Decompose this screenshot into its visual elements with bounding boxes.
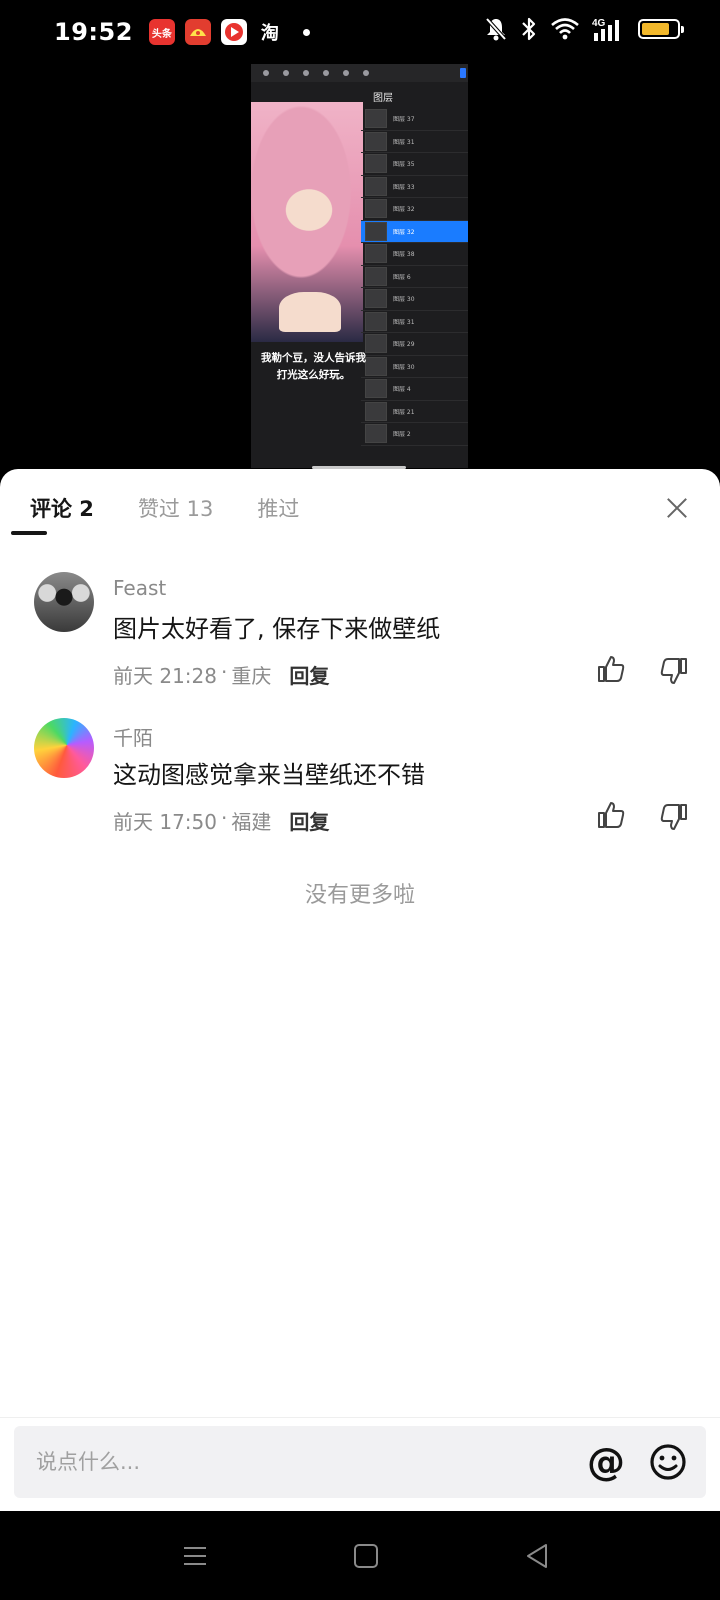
comment-text[interactable]: 图片太好看了, 保存下来做壁纸 (113, 609, 440, 644)
recents-menu-icon[interactable] (178, 1539, 212, 1573)
active-tab-indicator (11, 531, 47, 535)
comment-meta: 前天 17:50 · 福建 回复 (113, 806, 329, 835)
comment-item: Feast 图片太好看了, 保存下来做壁纸 前天 21:28 · 重庆 回复 (0, 572, 720, 692)
layer-row: 图层 6 (361, 266, 468, 288)
mention-at-icon[interactable]: @ (584, 1440, 628, 1484)
layer-row: 图层 32 (361, 198, 468, 221)
more-notifications-dot (302, 28, 310, 36)
meta-separator: · (221, 806, 228, 830)
layer-row: 图层 4 (361, 378, 468, 401)
layer-row: 图层 30 (361, 288, 468, 311)
emoji-icon[interactable] (648, 1442, 688, 1482)
comment-location: 福建 (231, 810, 272, 834)
comment-input[interactable] (36, 1426, 536, 1498)
video-frame[interactable]: 图层 图层 37 图层 31 图层 35 图层 33 图层 32 图层 32 图… (251, 64, 468, 468)
comment-sheet: 评论 2 赞过 13 推过 Feast 图片太好看了, 保存下来做壁纸 前天 2… (0, 469, 720, 1511)
layer-row: 图层 31 (361, 131, 468, 153)
meta-separator: · (221, 660, 228, 684)
comment-input-bar: @ (0, 1417, 720, 1511)
layer-row: 图层 37 (361, 108, 468, 131)
comment-username[interactable]: Feast (113, 576, 166, 600)
layers-panel-title: 图层 (373, 93, 393, 104)
no-more-comments-text: 没有更多啦 (304, 883, 415, 908)
close-icon[interactable] (666, 497, 688, 519)
comment-location: 重庆 (231, 664, 272, 688)
back-triangle-icon[interactable] (520, 1539, 554, 1573)
comment-item: 千陌 这动图感觉拿来当壁纸还不错 前天 17:50 · 福建 回复 (0, 718, 720, 838)
home-square-icon[interactable] (349, 1539, 383, 1573)
comment-input-box: @ (14, 1426, 706, 1498)
reply-button[interactable]: 回复 (289, 660, 329, 689)
tab-likes[interactable]: 赞过 13 (138, 493, 213, 523)
status-indicators: 4G (484, 16, 684, 42)
battery-level (642, 23, 670, 35)
caption-line-2: 打光这么好玩。 (276, 369, 351, 381)
tab-comments[interactable]: 评论 2 (30, 493, 94, 523)
circle-app-icon (220, 19, 247, 45)
layer-row: 图层 33 (361, 176, 468, 198)
anime-artwork-image (251, 102, 363, 342)
tab-reposts[interactable]: 推过 (257, 493, 299, 523)
battery-icon (638, 19, 684, 39)
notification-app-icons: 头条 淘 (148, 19, 310, 45)
layer-row: 图层 31 (361, 311, 468, 333)
status-time: 19:52 (54, 18, 133, 46)
layer-row-active: 图层 32 (361, 220, 468, 243)
thumbs-up-icon[interactable] (596, 654, 626, 684)
comment-meta: 前天 21:28 · 重庆 回复 (113, 660, 329, 689)
bluetooth-icon (522, 17, 536, 41)
signal-4g-icon: 4G (592, 18, 619, 41)
thumbs-down-icon[interactable] (659, 656, 689, 686)
avatar[interactable] (34, 572, 94, 632)
status-bar: 19:52 头条 淘 4G (0, 0, 720, 64)
layer-row: 图层 38 (361, 243, 468, 266)
toutiao-app-icon: 头条 (148, 19, 175, 45)
layer-row: 图层 2 (361, 423, 468, 446)
mute-bell-icon (485, 17, 507, 41)
comment-time: 前天 21:28 (113, 664, 217, 688)
svg-text:4G: 4G (592, 18, 606, 29)
layer-row: 图层 30 (361, 356, 468, 378)
red-app-icon (184, 19, 211, 45)
thumbs-down-icon[interactable] (659, 802, 689, 832)
wifi-icon (551, 18, 579, 40)
drawing-app-toolbar (251, 64, 468, 82)
layers-panel: 图层 37 图层 31 图层 35 图层 33 图层 32 图层 32 图层 3… (361, 108, 468, 446)
comment-time: 前天 17:50 (113, 810, 217, 834)
reply-button[interactable]: 回复 (289, 806, 329, 835)
layer-row: 图层 29 (361, 333, 468, 356)
screen: 19:52 头条 淘 4G 图层 图层 37 图层 31 图层 35 图层 33… (0, 0, 720, 1600)
layer-row: 图层 35 (361, 153, 468, 176)
taobao-app-icon: 淘 (260, 23, 279, 44)
avatar[interactable] (34, 718, 94, 778)
caption-line-1: 我勒个豆，没人告诉我 (261, 352, 366, 364)
video-preview-area[interactable]: 图层 图层 37 图层 31 图层 35 图层 33 图层 32 图层 32 图… (0, 64, 720, 474)
comment-username[interactable]: 千陌 (113, 722, 153, 751)
thumbs-up-icon[interactable] (596, 800, 626, 830)
sheet-tabs: 评论 2 赞过 13 推过 (30, 493, 299, 523)
layer-row: 图层 21 (361, 401, 468, 423)
comment-text[interactable]: 这动图感觉拿来当壁纸还不错 (113, 755, 425, 790)
system-nav-bar (0, 1511, 720, 1600)
video-caption: 我勒个豆，没人告诉我 打光这么好玩。 (251, 350, 376, 384)
